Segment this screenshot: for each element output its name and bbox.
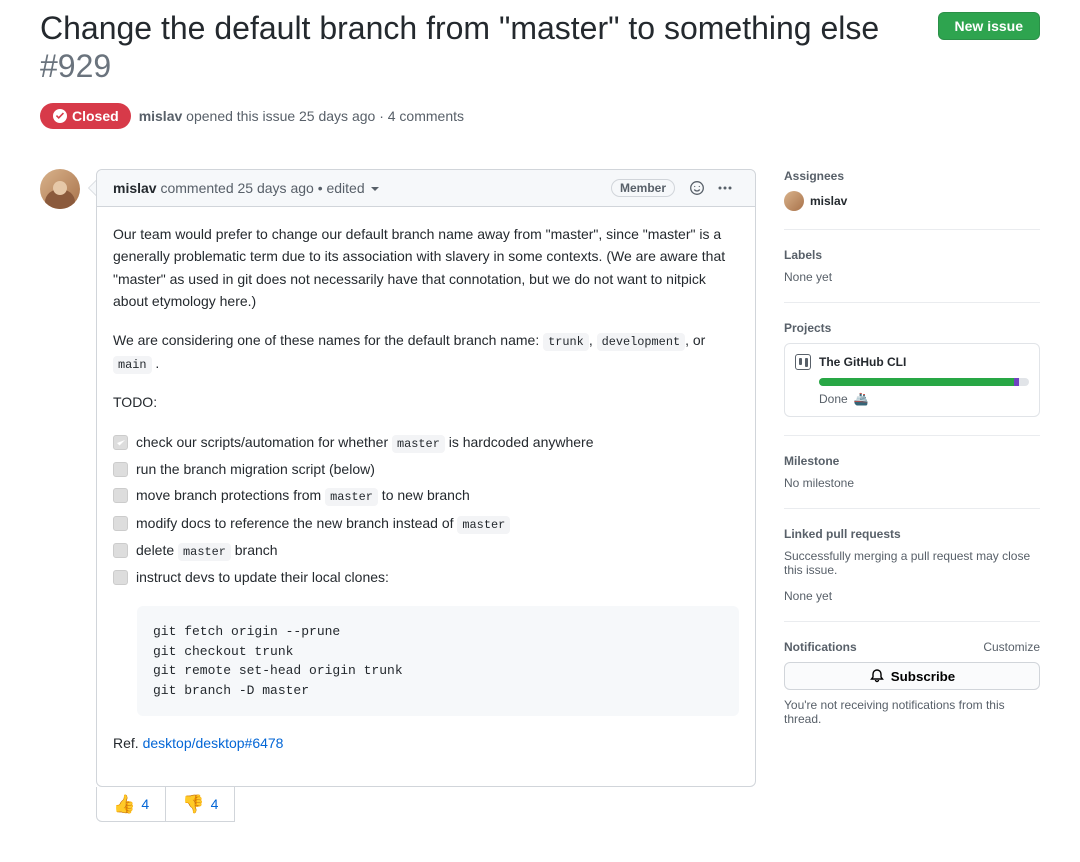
- linked-pr-value: None yet: [784, 589, 1040, 603]
- project-status-text: Done: [819, 392, 848, 406]
- labels-value: None yet: [784, 270, 1040, 284]
- todo-heading: TODO:: [113, 391, 739, 413]
- issue-meta: mislav opened this issue 25 days ago · 4…: [139, 108, 464, 124]
- comment-box: mislav commented 25 days ago • edited Me…: [96, 169, 756, 787]
- issue-author-link[interactable]: mislav: [139, 108, 183, 124]
- issue-number: #929: [40, 48, 918, 85]
- task-checkbox[interactable]: [113, 488, 128, 503]
- task-text: instruct devs to update their local clon…: [136, 566, 389, 588]
- assignee-avatar[interactable]: [784, 191, 804, 211]
- avatar[interactable]: [40, 169, 80, 209]
- member-badge: Member: [611, 179, 675, 197]
- task-checkbox[interactable]: [113, 570, 128, 585]
- project-icon: [795, 354, 811, 370]
- task-checkbox[interactable]: [113, 435, 128, 450]
- task-text: run the branch migration script (below): [136, 458, 375, 480]
- comment-author[interactable]: mislav: [113, 180, 157, 196]
- thumbs-down-reaction[interactable]: 👎 4: [166, 787, 235, 822]
- project-card[interactable]: The GitHub CLI Done 🚢: [784, 343, 1040, 417]
- comment-paragraph: We are considering one of these names fo…: [113, 329, 739, 375]
- reference-line: Ref. desktop/desktop#6478: [113, 732, 739, 754]
- task-text: delete master branch: [136, 539, 278, 562]
- ship-icon: 🚢: [854, 392, 869, 406]
- thumbs-up-reaction[interactable]: 👍 4: [96, 787, 166, 822]
- task-checkbox[interactable]: [113, 543, 128, 558]
- customize-link[interactable]: Customize: [983, 640, 1040, 654]
- reference-link[interactable]: desktop/desktop#6478: [143, 735, 284, 751]
- thumbs-up-icon: 👍: [113, 795, 135, 813]
- emoji-reaction-button[interactable]: [683, 178, 711, 198]
- task-text: move branch protections from master to n…: [136, 484, 470, 507]
- linked-pr-description: Successfully merging a pull request may …: [784, 549, 1040, 577]
- task-text: check our scripts/automation for whether…: [136, 431, 594, 454]
- task-checkbox[interactable]: [113, 462, 128, 477]
- milestone-value: No milestone: [784, 476, 1040, 490]
- thumbs-down-icon: 👎: [182, 795, 204, 813]
- issue-closed-icon: [52, 108, 68, 124]
- task-checkbox[interactable]: [113, 516, 128, 531]
- issue-state-badge: Closed: [40, 103, 131, 129]
- bell-icon: [869, 668, 885, 684]
- new-issue-button[interactable]: New issue: [938, 12, 1040, 40]
- projects-heading[interactable]: Projects: [784, 321, 1040, 335]
- subscribe-button[interactable]: Subscribe: [784, 662, 1040, 690]
- labels-heading[interactable]: Labels: [784, 248, 1040, 262]
- task-text: modify docs to reference the new branch …: [136, 512, 510, 535]
- kebab-menu-button[interactable]: [711, 178, 739, 198]
- milestone-heading[interactable]: Milestone: [784, 454, 1040, 468]
- comment-timestamp: commented 25 days ago • edited: [157, 180, 369, 196]
- code-block: git fetch origin --prune git checkout tr…: [137, 606, 739, 716]
- task-list: check our scripts/automation for whether…: [113, 429, 739, 590]
- project-name: The GitHub CLI: [819, 355, 906, 369]
- project-progress-bar: [819, 378, 1029, 386]
- notifications-description: You're not receiving notifications from …: [784, 698, 1040, 726]
- linked-pr-heading[interactable]: Linked pull requests: [784, 527, 1040, 541]
- comment-paragraph: Our team would prefer to change our defa…: [113, 223, 739, 313]
- issue-title: Change the default branch from "master" …: [40, 8, 918, 48]
- edited-dropdown-icon[interactable]: [371, 187, 379, 191]
- assignee-link[interactable]: mislav: [810, 194, 847, 208]
- notifications-heading: Notifications: [784, 640, 857, 654]
- assignees-heading[interactable]: Assignees: [784, 169, 1040, 183]
